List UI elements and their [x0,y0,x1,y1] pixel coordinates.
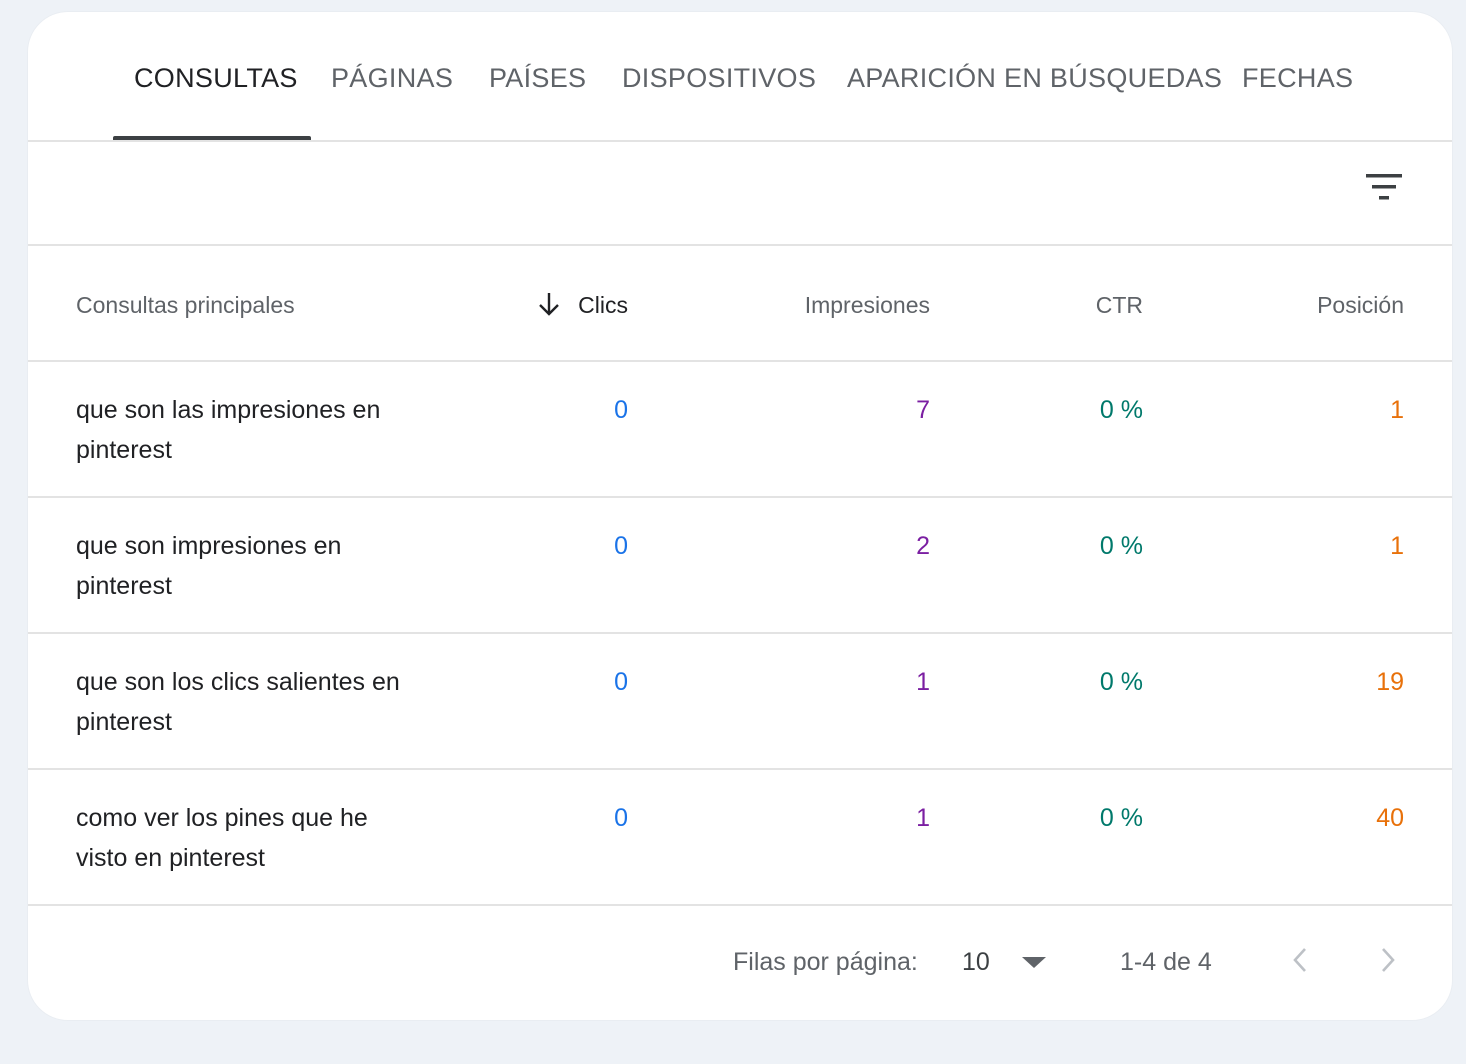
tab-paises[interactable]: PAÍSES [489,58,586,98]
chevron-right-icon[interactable] [1368,940,1408,980]
query-cell: que son las impresiones en pinterest [76,396,381,464]
tab-consultas[interactable]: CONSULTAS [134,58,298,98]
ctr-cell: 0 % [1099,668,1143,696]
ctr-cell: 0 % [1099,396,1143,424]
clicks-cell: 0 [614,532,628,560]
impressions-cell: 1 [916,804,930,832]
table-row[interactable]: que son impresiones en pinterest 0 2 0 %… [28,498,1452,634]
ctr-cell: 0 % [1099,532,1143,560]
position-cell: 1 [1390,532,1404,560]
filter-bar [28,142,1452,246]
position-cell: 19 [1376,668,1404,696]
dropdown-arrow-icon [1022,957,1046,968]
impressions-cell: 2 [916,532,930,560]
performance-table-card: CONSULTAS PÁGINAS PAÍSES DISPOSITIVOS AP… [28,12,1452,1020]
pagination-bar: Filas por página: 10 1-4 de 4 [28,906,1452,1020]
header-impressions[interactable]: Impresiones [728,290,930,320]
table-row[interactable]: como ver los pines que he visto en pinte… [28,770,1452,906]
tab-paginas[interactable]: PÁGINAS [331,58,453,98]
query-cell: que son impresiones en pinterest [76,532,342,600]
tab-aparicion-en-busquedas[interactable]: APARICIÓN EN BÚSQUEDAS [847,58,1222,98]
active-tab-indicator [113,136,311,140]
position-cell: 1 [1390,396,1404,424]
tab-dispositivos[interactable]: DISPOSITIVOS [622,58,816,98]
rows-per-page-select[interactable]: 10 [962,942,1052,982]
header-query[interactable]: Consultas principales [76,290,295,320]
query-cell: como ver los pines que he visto en pinte… [76,804,368,872]
clicks-cell: 0 [614,396,628,424]
table-row[interactable]: que son las impresiones en pinterest 0 7… [28,362,1452,498]
header-clicks[interactable]: Clics [528,290,628,320]
position-cell: 40 [1376,804,1404,832]
impressions-cell: 1 [916,668,930,696]
impressions-cell: 7 [916,396,930,424]
table-row[interactable]: que son los clics salientes en pinterest… [28,634,1452,770]
table-header: Consultas principales Clics Impresiones … [28,246,1452,362]
header-ctr[interactable]: CTR [1028,290,1143,320]
query-cell: que son los clics salientes en pinterest [76,668,400,736]
tab-bar: CONSULTAS PÁGINAS PAÍSES DISPOSITIVOS AP… [28,12,1452,142]
filter-list-icon[interactable] [1362,172,1406,212]
clicks-cell: 0 [614,804,628,832]
clicks-cell: 0 [614,668,628,696]
tab-fechas[interactable]: FECHAS [1242,58,1353,98]
header-position[interactable]: Posición [1228,290,1404,320]
pagination-range: 1-4 de 4 [1120,948,1212,976]
chevron-left-icon[interactable] [1280,940,1320,980]
ctr-cell: 0 % [1099,804,1143,832]
rows-per-page-value: 10 [962,948,990,976]
rows-per-page-label: Filas por página: [733,948,918,976]
